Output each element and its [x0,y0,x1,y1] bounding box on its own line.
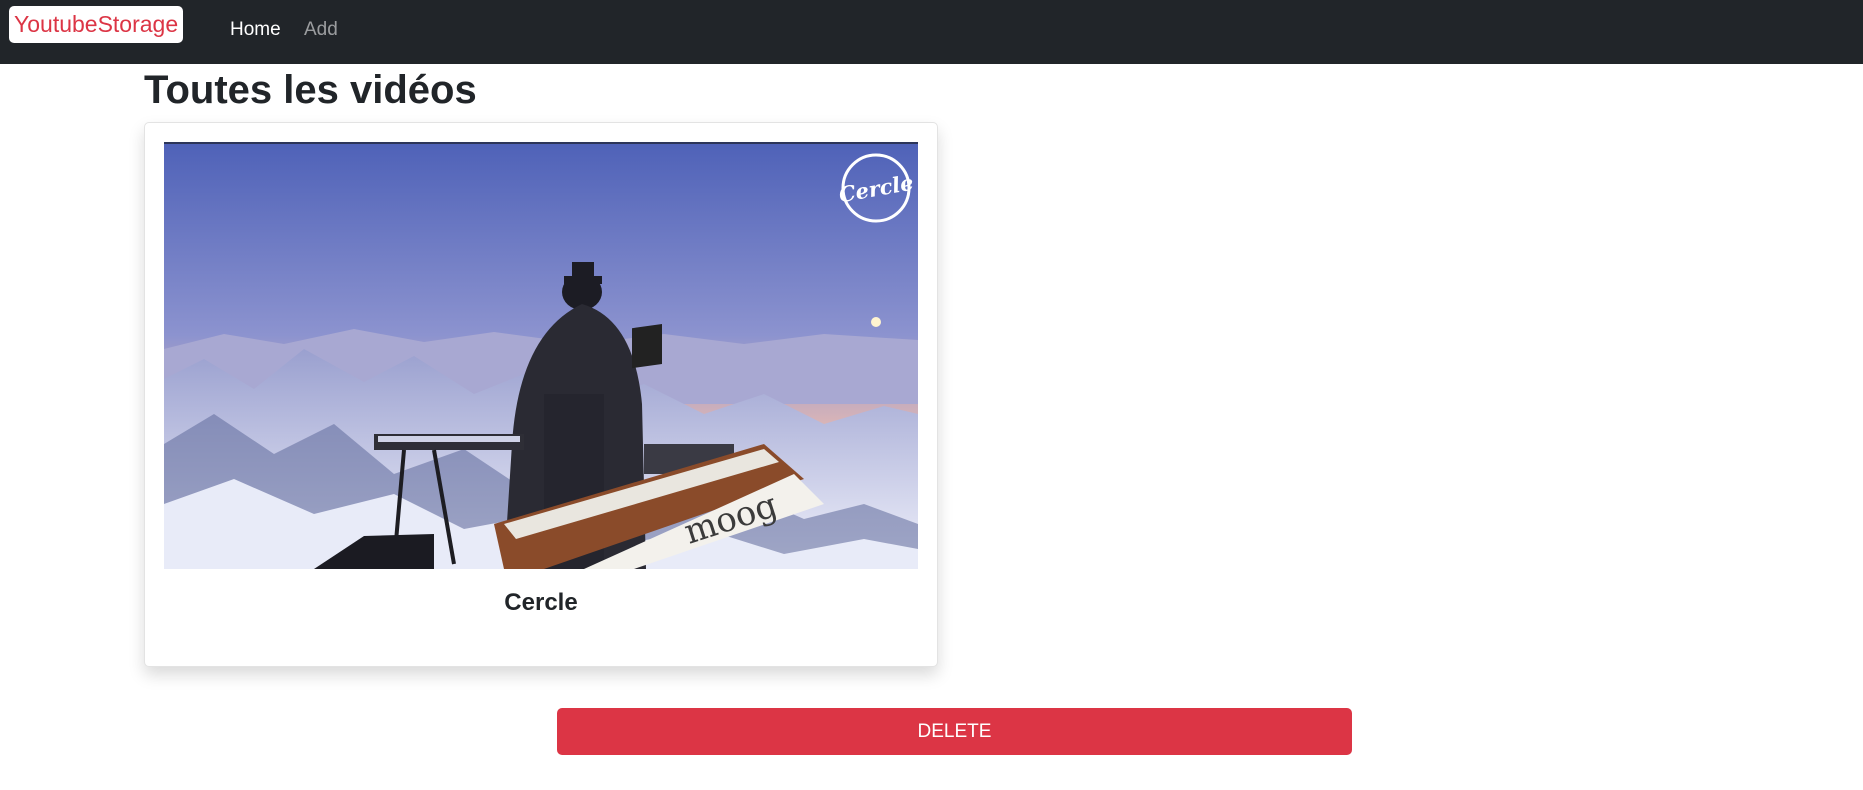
brand-logo-link[interactable]: YoutubeStorage [9,6,184,43]
top-navbar: YoutubeStorage Home Add [0,0,1863,64]
video-card-title-area: Cercle [144,585,938,621]
nav-link-add[interactable]: Add [304,17,338,43]
nav-link-home[interactable]: Home [230,17,281,43]
page-title: Toutes les vidéos [144,68,477,112]
delete-button[interactable]: DELETE [557,708,1352,755]
video-thumbnail[interactable]: moog Cercle [164,142,918,569]
video-title: Cercle [504,589,578,616]
